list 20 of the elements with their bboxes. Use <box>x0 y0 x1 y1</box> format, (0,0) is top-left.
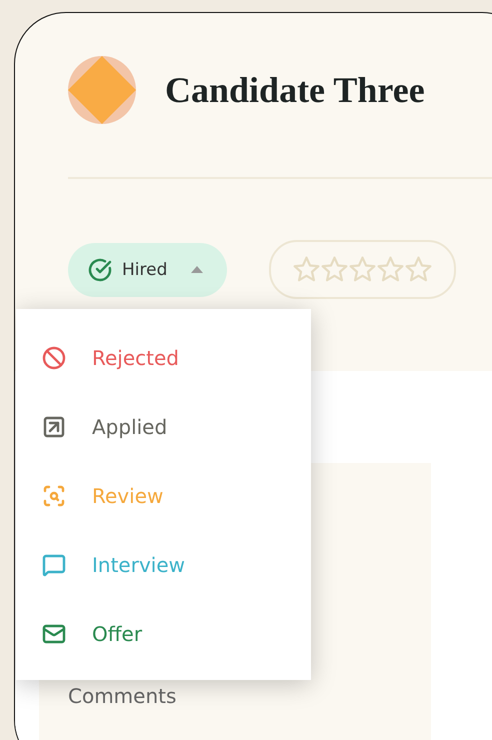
magnifier-icon <box>42 484 66 508</box>
star-icon[interactable] <box>321 256 348 283</box>
arrow-square-icon <box>42 414 66 438</box>
check-circle-icon <box>88 258 112 282</box>
comments-heading: Comments <box>68 684 178 708</box>
caret-icon <box>191 266 204 273</box>
star-icon[interactable] <box>293 256 320 283</box>
status-menu-item[interactable]: Interview <box>16 530 311 599</box>
avatar-icon <box>68 56 136 124</box>
chat-bubble-icon <box>42 552 66 576</box>
candidate-name: Candidate Three <box>165 69 425 111</box>
status-menu-item[interactable]: Offer <box>16 599 311 668</box>
status-dropdown[interactable]: Hired <box>68 242 228 296</box>
star-icon[interactable] <box>349 256 376 283</box>
status-menu-item[interactable]: Rejected <box>16 323 311 392</box>
star-icon[interactable] <box>377 256 404 283</box>
ban-icon <box>42 346 66 370</box>
status-menu-item[interactable]: Applied <box>16 392 311 461</box>
star-icon[interactable] <box>405 256 432 283</box>
star-rating[interactable] <box>293 256 432 283</box>
